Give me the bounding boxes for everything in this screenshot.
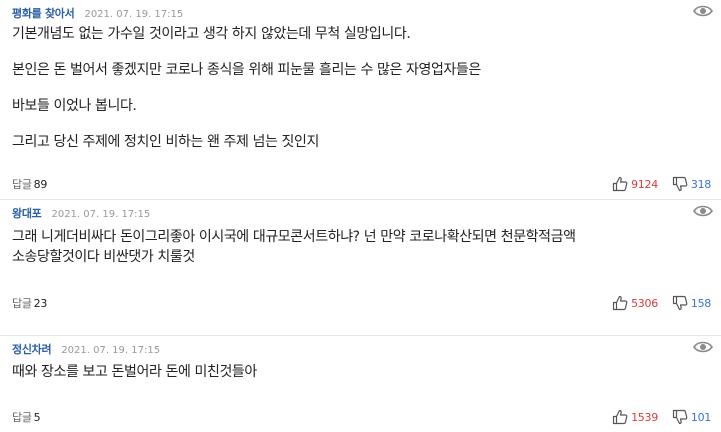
comment-paragraph: 그리고 당신 주제에 정치인 비하는 왠 주제 넘는 짓인지 <box>12 134 319 150</box>
reply-label: 답글 <box>12 411 32 424</box>
reply-button[interactable]: 답글 89 <box>12 176 47 192</box>
reply-button[interactable]: 답글 23 <box>12 295 47 311</box>
dislike-count: 101 <box>690 410 711 424</box>
like-count: 1539 <box>631 410 658 424</box>
reply-count: 5 <box>33 411 41 424</box>
comment-paragraph: 본인은 돈 벌어서 좋겠지만 코로나 종식을 위해 피눈물 흘리는 수 많은 자… <box>12 62 481 78</box>
comment-author[interactable]: 왕대포 <box>12 205 42 221</box>
comment-body: 그래 니게더비싸다 돈이그리좋아 이시국에 대규모콘서트하냐? 넌 만약 코로나… <box>12 228 709 266</box>
comment-item: 정신차려 2021. 07. 19. 17:15 때와 장소를 보고 돈벌어라 … <box>0 335 721 432</box>
comment-paragraph: 소송당할것이다 비싼댓가 치룰것 <box>12 249 195 265</box>
reply-count: 89 <box>33 178 48 191</box>
reply-label: 답글 <box>12 297 32 310</box>
thumbs-up-icon <box>612 409 628 425</box>
comment-meta: 왕대포 2021. 07. 19. 17:15 <box>12 205 150 221</box>
comment-author[interactable]: 평화를 찾아서 <box>12 5 75 21</box>
dislike-button[interactable]: 101 <box>672 409 711 425</box>
like-button[interactable]: 5306 <box>612 295 658 311</box>
comment-paragraph: 기본개념도 없는 가수일 것이라고 생각 하지 않았는데 무척 실망입니다. <box>12 26 411 42</box>
comment-body: 기본개념도 없는 가수일 것이라고 생각 하지 않았는데 무척 실망입니다. 본… <box>12 25 709 151</box>
reply-label: 답글 <box>12 178 32 191</box>
vote-group: 9124 318 <box>598 175 711 193</box>
comment-meta: 정신차려 2021. 07. 19. 17:15 <box>12 341 160 357</box>
comment-date: 2021. 07. 19. 17:15 <box>84 9 184 20</box>
like-count: 9124 <box>631 177 658 191</box>
comment-meta: 평화를 찾아서 2021. 07. 19. 17:15 <box>12 5 183 21</box>
comment-footer: 답글 89 9124 318 <box>12 175 711 193</box>
vote-group: 5306 158 <box>598 294 711 312</box>
thumbs-up-icon <box>612 295 628 311</box>
comment-item: 평화를 찾아서 2021. 07. 19. 17:15 기본개념도 없는 가수일… <box>0 0 721 199</box>
comment-date: 2021. 07. 19. 17:15 <box>61 345 161 356</box>
vote-group: 1539 101 <box>598 408 711 426</box>
dislike-button[interactable]: 318 <box>672 176 711 192</box>
comment-date: 2021. 07. 19. 17:15 <box>51 209 151 220</box>
comment-footer: 답글 5 1539 101 <box>12 408 711 426</box>
dislike-count: 318 <box>690 177 711 191</box>
thumbs-down-icon <box>672 409 688 425</box>
reply-count: 23 <box>33 297 48 310</box>
thumbs-down-icon <box>672 295 688 311</box>
comment-footer: 답글 23 5306 158 <box>12 294 711 312</box>
comment-author[interactable]: 정신차려 <box>12 341 52 357</box>
like-button[interactable]: 1539 <box>612 409 658 425</box>
eye-icon[interactable] <box>692 202 714 220</box>
eye-icon[interactable] <box>692 338 714 356</box>
reply-button[interactable]: 답글 5 <box>12 409 41 425</box>
comment-item: 왕대포 2021. 07. 19. 17:15 그래 니게더비싸다 돈이그리좋아… <box>0 199 721 335</box>
comment-body: 때와 장소를 보고 돈벌어라 돈에 미친것들아 <box>12 363 709 381</box>
thumbs-up-icon <box>612 176 628 192</box>
comment-paragraph: 바보들 이었나 봅니다. <box>12 98 137 114</box>
dislike-button[interactable]: 158 <box>672 295 711 311</box>
comment-paragraph: 그래 니게더비싸다 돈이그리좋아 이시국에 대규모콘서트하냐? 넌 만약 코로나… <box>12 229 576 245</box>
like-button[interactable]: 9124 <box>612 176 658 192</box>
eye-icon[interactable] <box>692 2 714 20</box>
like-count: 5306 <box>631 296 658 310</box>
comment-paragraph: 때와 장소를 보고 돈벌어라 돈에 미친것들아 <box>12 364 257 380</box>
thumbs-down-icon <box>672 176 688 192</box>
dislike-count: 158 <box>690 296 711 310</box>
